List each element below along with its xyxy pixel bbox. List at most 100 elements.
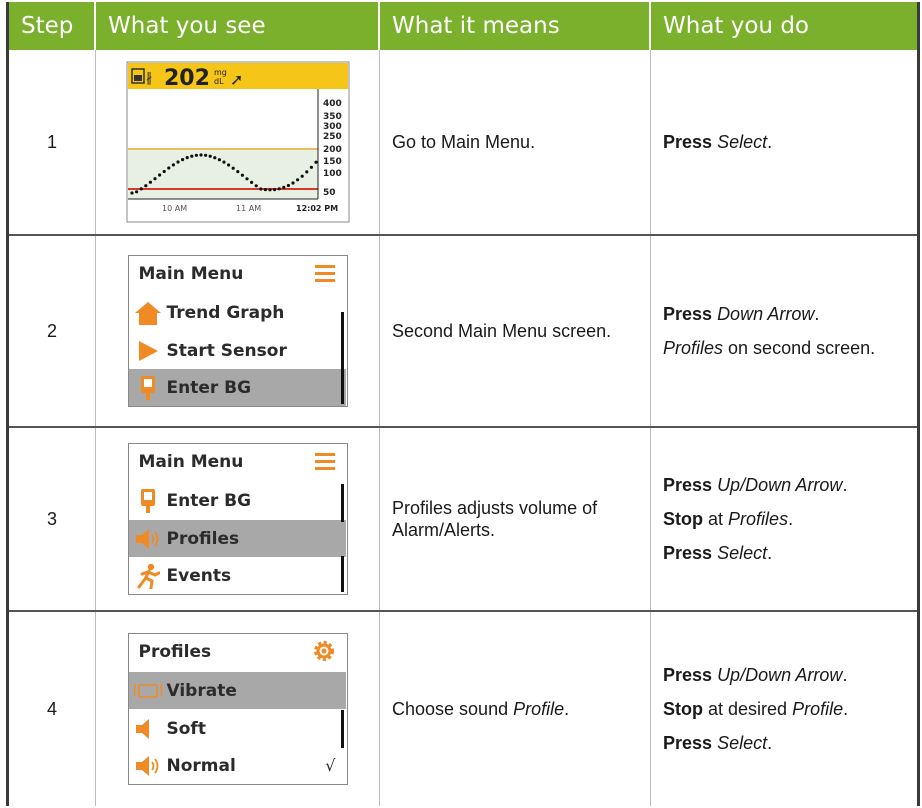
action-target: Down Arrow (717, 304, 815, 324)
menu-item-label: Trend Graph (166, 302, 285, 323)
action-verb: Press (663, 665, 713, 685)
menu-item-label: Soft (166, 718, 206, 739)
trend-dot (198, 153, 203, 157)
scrollbar (340, 710, 344, 748)
trend-dot (263, 188, 267, 192)
action-verb: Press (663, 733, 713, 753)
trend-dot (166, 166, 170, 170)
action-verb: Press (663, 475, 713, 495)
menu-item-label: Events (166, 565, 232, 586)
menu-item-profiles: Profiles (128, 520, 346, 557)
header-what-you-do: What you do (663, 13, 809, 39)
table-row: 1 ∦ 202 mg dL ➚ 400 350 300 250 200 150 … (9, 50, 917, 236)
x-tick: 11 AM (236, 204, 261, 213)
trend-dot (203, 153, 207, 157)
home-icon (134, 301, 161, 325)
header-what-it-means: What it means (380, 2, 651, 50)
table-row: 3 Main Menu Enter BG Profiles Events Pro… (9, 428, 917, 612)
trend-dot (290, 181, 295, 185)
trend-dot (143, 184, 147, 188)
action-text: Press Up/Down Arrow. Stop at Profiles. P… (651, 428, 917, 610)
menu-item-label: Profiles (166, 528, 240, 549)
speaker-icon (135, 755, 158, 776)
trend-dot (295, 178, 299, 182)
trend-dot (221, 160, 226, 164)
action-punct: . (842, 475, 848, 495)
action-target: Profiles (663, 338, 724, 358)
screen-image: Main Menu Trend Graph Start Sensor Enter… (96, 236, 380, 426)
y-tick: 200 (323, 145, 342, 155)
meaning-punct: . (564, 699, 570, 719)
table-header: Step What you see What it means What you… (9, 2, 917, 50)
action-text: Press Select. (651, 50, 917, 234)
check-icon: √ (325, 756, 336, 775)
action-target: Profile (792, 699, 844, 719)
screen-image: Main Menu Enter BG Profiles Events (96, 428, 380, 610)
menu-item-start-sensor: Start Sensor (129, 332, 346, 369)
bluetooth-icon: ∦ (146, 71, 153, 86)
action-line: Press Up/Down Arrow. (663, 664, 847, 686)
action-target: Profiles (728, 509, 789, 529)
menu-item-enter-bg: Enter BG (129, 482, 346, 519)
unit-mg: mg (214, 68, 227, 77)
meaning-text: Go to Main Menu. (380, 50, 651, 234)
y-tick: 250 (323, 132, 342, 142)
action-punct: . (842, 665, 848, 685)
menu-icon (314, 265, 335, 282)
y-tick: 100 (323, 169, 342, 179)
trend-dot (304, 170, 308, 174)
menu-item-normal: Normal √ (129, 747, 346, 784)
screen-title: Profiles (138, 642, 212, 662)
screen-image: ∦ 202 mg dL ➚ 400 350 300 250 200 150 10… (96, 50, 380, 234)
action-line: Press Down Arrow. (663, 303, 819, 325)
trend-dot (129, 191, 134, 195)
y-tick: 150 (323, 157, 342, 167)
trend-arrow-icon: ➚ (230, 70, 243, 89)
trend-dot (185, 156, 189, 160)
trend-dot (258, 187, 262, 191)
play-icon (138, 340, 158, 361)
trend-dot (249, 180, 253, 184)
menu-item-label: Enter BG (166, 377, 252, 398)
trend-dot (277, 187, 281, 191)
meter-icon (140, 488, 155, 513)
table-row: 2 Main Menu Trend Graph Start Sensor Ent… (9, 236, 917, 428)
trend-dot (281, 185, 285, 189)
menu-item-label: Start Sensor (166, 340, 287, 361)
menu-item-label: Vibrate (166, 680, 237, 701)
trend-dot (180, 158, 184, 162)
action-prep: at desired (708, 699, 788, 719)
unit-dl: dL (214, 77, 224, 86)
action-punct: . (767, 733, 773, 753)
action-line: Press Up/Down Arrow. (663, 474, 847, 496)
menu-item-soft: Soft (129, 710, 346, 747)
menu-item-trend-graph: Trend Graph (129, 294, 346, 331)
step-number: 4 (9, 612, 96, 806)
y-tick: 50 (323, 188, 336, 198)
screen-title: Main Menu (138, 264, 244, 284)
trend-dot (226, 163, 230, 167)
action-target: Up/Down Arrow (717, 665, 843, 685)
scrollbar (340, 312, 344, 404)
step-number: 2 (9, 236, 96, 426)
menu-item-vibrate: Vibrate (128, 672, 346, 709)
trend-dot (235, 170, 239, 174)
action-target: Select (717, 543, 768, 563)
action-text: Press Up/Down Arrow. Stop at desired Pro… (651, 612, 917, 806)
meaning-text: Second Main Menu screen. (380, 236, 651, 426)
menu-item-label: Normal (166, 755, 236, 776)
action-line: Stop at desired Profile. (663, 698, 848, 720)
meaning-text: Choose sound Profile. (380, 612, 651, 806)
header-what-you-see: What you see (96, 2, 380, 50)
profiles-screen: Profiles Vibrate Soft Normal √ (127, 633, 348, 785)
trend-dot (189, 154, 193, 158)
table-row: 4 Profiles Vibrate Soft Normal √ Choose … (9, 612, 917, 806)
trend-dot (231, 166, 235, 170)
action-target: Select (717, 733, 768, 753)
trend-dot (217, 158, 221, 162)
vibrate-icon (132, 683, 163, 698)
trend-dot (152, 177, 157, 181)
action-punct: . (788, 509, 794, 529)
action-note: on second screen. (723, 338, 876, 358)
screen-title: Main Menu (138, 452, 244, 472)
